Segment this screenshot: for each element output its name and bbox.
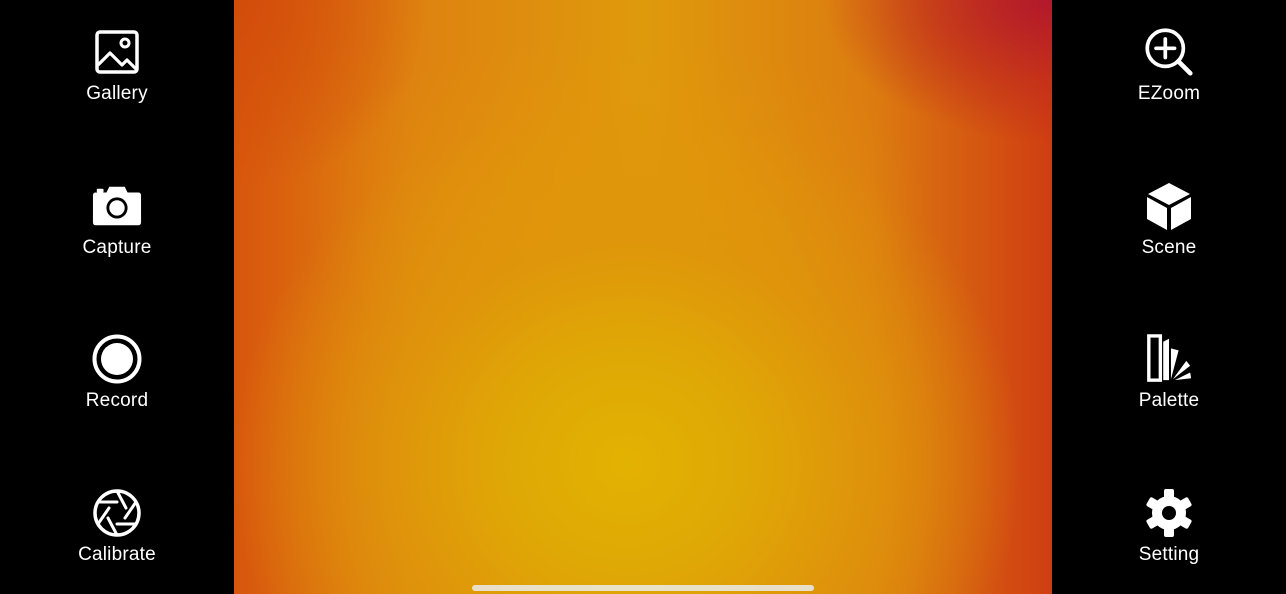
scene-button[interactable]: Scene bbox=[1089, 181, 1249, 281]
record-icon bbox=[92, 334, 142, 384]
palette-icon bbox=[1144, 334, 1194, 384]
palette-label: Palette bbox=[1138, 390, 1200, 411]
setting-label: Setting bbox=[1138, 544, 1200, 565]
gallery-button[interactable]: Gallery bbox=[37, 27, 197, 127]
zoom-in-icon bbox=[1144, 27, 1194, 77]
record-label: Record bbox=[85, 390, 149, 411]
home-indicator[interactable] bbox=[472, 585, 814, 591]
cube-icon bbox=[1144, 181, 1194, 231]
ezoom-button[interactable]: EZoom bbox=[1089, 27, 1249, 127]
thermal-viewport[interactable] bbox=[234, 0, 1052, 594]
calibrate-label: Calibrate bbox=[78, 544, 156, 565]
record-button[interactable]: Record bbox=[37, 334, 197, 434]
aperture-icon bbox=[92, 488, 142, 538]
camera-icon bbox=[92, 181, 142, 231]
thermal-camera-app: Gallery Capture Record Calibrate EZoom S… bbox=[0, 0, 1286, 594]
calibrate-button[interactable]: Calibrate bbox=[37, 488, 197, 588]
left-toolbar: Gallery Capture Record Calibrate bbox=[0, 0, 234, 594]
right-toolbar: EZoom Scene Palette Setting bbox=[1052, 0, 1286, 594]
gear-icon bbox=[1144, 488, 1194, 538]
ezoom-label: EZoom bbox=[1137, 83, 1201, 104]
palette-button[interactable]: Palette bbox=[1089, 334, 1249, 434]
capture-label: Capture bbox=[82, 237, 152, 258]
gallery-label: Gallery bbox=[86, 83, 148, 104]
scene-label: Scene bbox=[1141, 237, 1197, 258]
capture-button[interactable]: Capture bbox=[37, 181, 197, 281]
gallery-icon bbox=[92, 27, 142, 77]
setting-button[interactable]: Setting bbox=[1089, 488, 1249, 588]
